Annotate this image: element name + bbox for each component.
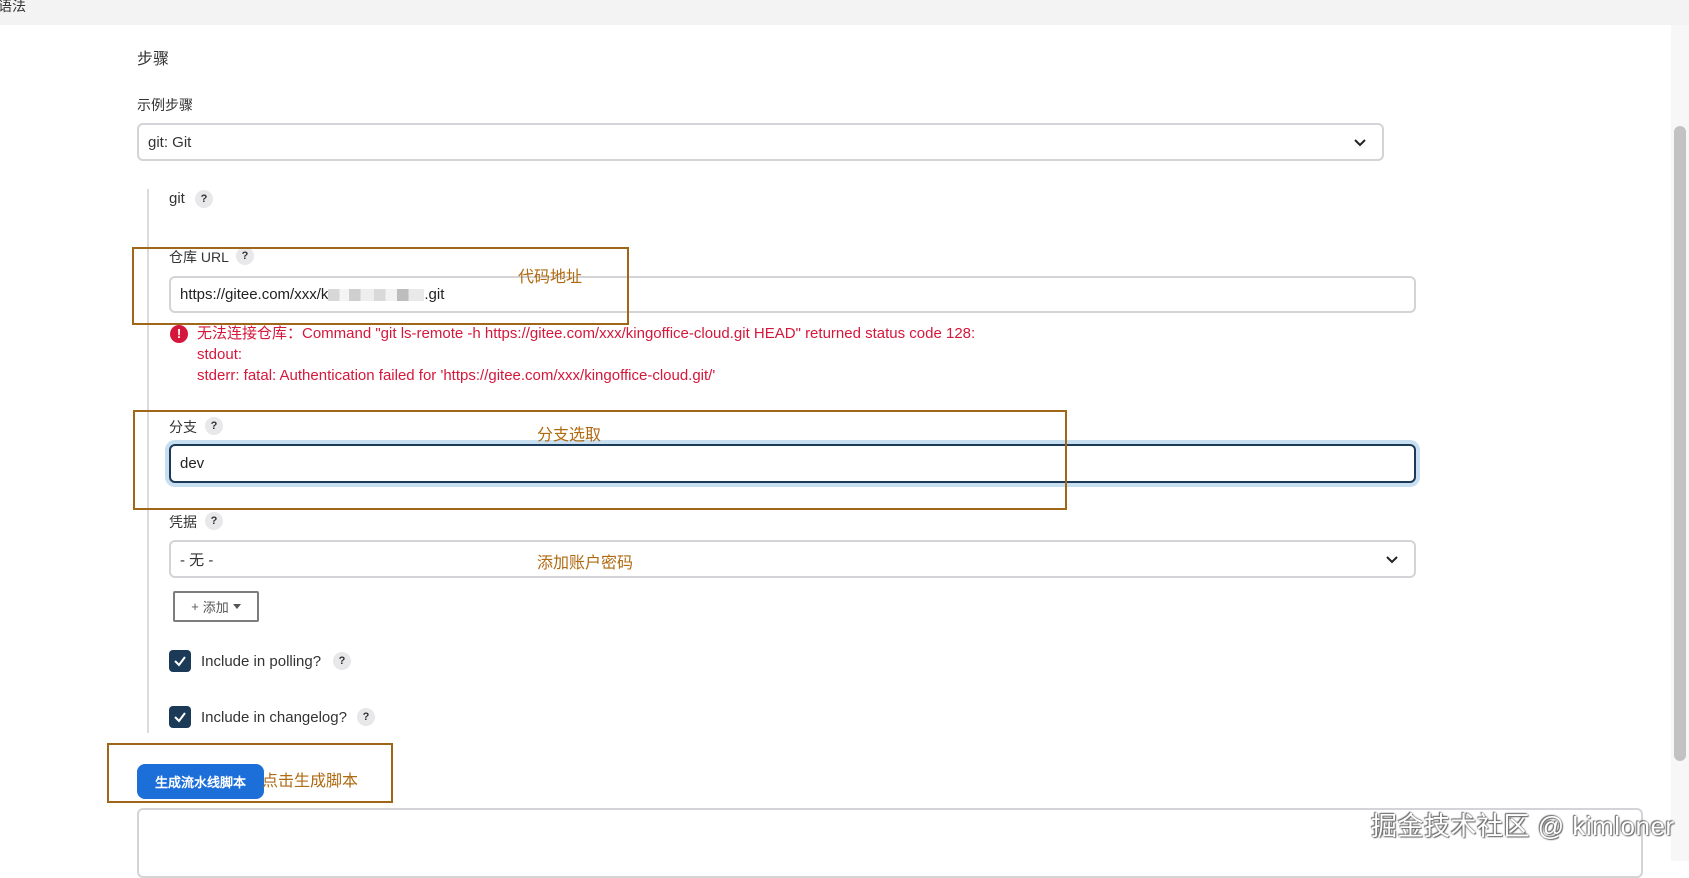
caret-down-icon xyxy=(232,604,241,609)
include-polling-label: Include in polling? xyxy=(201,653,322,670)
annotation-generate: 点击生成脚本 xyxy=(262,773,359,790)
polling-help-icon[interactable]: ? xyxy=(333,652,351,670)
check-icon xyxy=(174,712,186,723)
chevron-down-icon xyxy=(1354,139,1366,147)
error-line-2: stdout: xyxy=(197,346,243,363)
include-polling-checkbox[interactable] xyxy=(169,650,191,672)
watermark: 掘金技术社区 @ kimloner xyxy=(1371,811,1675,841)
plus-icon: + xyxy=(191,599,199,614)
top-bar xyxy=(0,0,1689,25)
section-tab-label[interactable]: 语法 xyxy=(0,0,26,16)
scrollbar-thumb[interactable] xyxy=(1674,126,1686,761)
annotation-branch: 分支选取 xyxy=(537,427,602,444)
chevron-down-icon xyxy=(1386,556,1398,564)
sample-step-select[interactable]: git: Git xyxy=(137,123,1384,161)
sample-step-label: 示例步骤 xyxy=(137,97,193,113)
check-icon xyxy=(174,656,186,667)
include-changelog-label: Include in changelog? xyxy=(201,709,347,726)
git-title: git xyxy=(169,190,185,207)
error-icon: ! xyxy=(170,325,188,343)
add-button-label: 添加 xyxy=(202,600,229,615)
error-line-3: stderr: fatal: Authentication failed for… xyxy=(197,367,716,384)
annotation-repo: 代码地址 xyxy=(518,269,583,286)
git-help-icon[interactable]: ? xyxy=(195,190,213,208)
annotation-credentials: 添加账户密码 xyxy=(537,555,634,572)
credentials-label: 凭据 xyxy=(169,514,197,530)
credentials-help-icon[interactable]: ? xyxy=(205,512,223,530)
error-line-1: 无法连接仓库：Command "git ls-remote -h https:/… xyxy=(197,325,976,342)
include-changelog-checkbox[interactable] xyxy=(169,706,191,728)
changelog-help-icon[interactable]: ? xyxy=(357,708,375,726)
credentials-select[interactable]: - 无 - xyxy=(169,540,1416,578)
steps-title: 步骤 xyxy=(137,51,170,68)
credentials-value: - 无 - xyxy=(180,551,214,569)
add-credentials-button[interactable]: + 添加 xyxy=(173,591,259,622)
sample-step-value: git: Git xyxy=(148,133,192,151)
